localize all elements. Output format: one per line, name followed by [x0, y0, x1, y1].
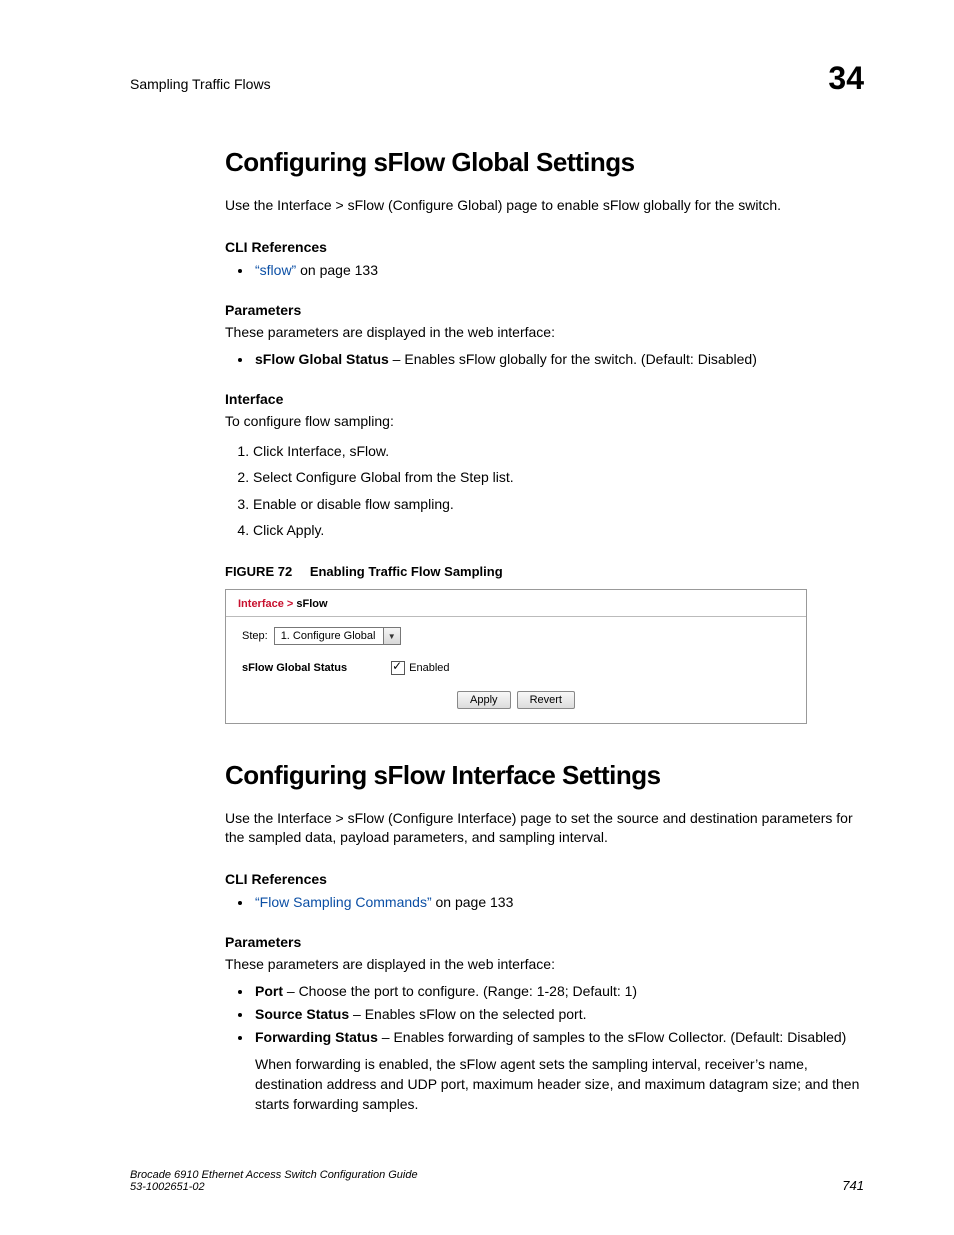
step-select-value: 1. Configure Global — [274, 627, 383, 645]
param-port: Port – Choose the port to configure. (Ra… — [253, 980, 864, 1003]
param-forwarding-status: Forwarding Status – Enables forwarding o… — [253, 1026, 864, 1114]
steps-list: Click Interface, sFlow. Select Configure… — [225, 438, 864, 544]
interface-head: Interface — [225, 391, 864, 407]
cli-ref-item-2: “Flow Sampling Commands” on page 133 — [253, 891, 864, 914]
param-item: sFlow Global Status – Enables sFlow glob… — [253, 348, 864, 371]
param-port-desc: – Choose the port to configure. (Range: … — [283, 983, 637, 999]
cli-ref-suffix: on page 133 — [296, 262, 378, 278]
breadcrumb: Interface > sFlow — [226, 590, 806, 617]
param-source-status: Source Status – Enables sFlow on the sel… — [253, 1003, 864, 1026]
param-name: sFlow Global Status — [255, 351, 389, 367]
param-desc: – Enables sFlow globally for the switch.… — [389, 351, 757, 367]
param-port-name: Port — [255, 983, 283, 999]
cli-references-head: CLI References — [225, 239, 864, 255]
step-select[interactable]: 1. Configure Global ▼ — [274, 627, 401, 645]
revert-button[interactable]: Revert — [517, 691, 575, 709]
apply-button[interactable]: Apply — [457, 691, 511, 709]
cli-ref-suffix-2: on page 133 — [432, 894, 514, 910]
param-source-desc: – Enables sFlow on the selected port. — [349, 1006, 586, 1022]
step-3: Enable or disable flow sampling. — [253, 491, 864, 518]
section-title-interface: Configuring sFlow Interface Settings — [225, 760, 864, 791]
param-fwd-name: Forwarding Status — [255, 1029, 378, 1045]
step-select-label: Step: — [242, 630, 268, 642]
footer-doc-id: 53-1002651-02 — [130, 1181, 418, 1193]
breadcrumb-part2: sFlow — [296, 598, 327, 610]
param-source-name: Source Status — [255, 1006, 349, 1022]
page-number: 741 — [842, 1178, 864, 1193]
interface-intro: To configure flow sampling: — [225, 411, 864, 431]
chapter-number: 34 — [828, 60, 864, 97]
section1-intro: Use the Interface > sFlow (Configure Glo… — [225, 196, 864, 215]
running-head: Sampling Traffic Flows — [130, 76, 271, 92]
parameters-head: Parameters — [225, 302, 864, 318]
cli-ref-item: “sflow” on page 133 — [253, 259, 864, 282]
footer-left: Brocade 6910 Ethernet Access Switch Conf… — [130, 1169, 418, 1193]
chevron-down-icon[interactable]: ▼ — [383, 627, 401, 645]
sflow-status-label: sFlow Global Status — [242, 662, 347, 674]
param-fwd-extra: When forwarding is enabled, the sFlow ag… — [255, 1054, 864, 1115]
figure-label: FIGURE 72 — [225, 564, 292, 579]
section-title-global: Configuring sFlow Global Settings — [225, 147, 864, 178]
figure-title: Enabling Traffic Flow Sampling — [310, 564, 503, 579]
step-1: Click Interface, sFlow. — [253, 438, 864, 465]
enabled-checkbox[interactable]: Enabled — [391, 661, 449, 675]
figure-72: Interface > sFlow Step: 1. Configure Glo… — [225, 589, 807, 724]
param-fwd-desc: – Enables forwarding of samples to the s… — [378, 1029, 846, 1045]
parameters-intro-2: These parameters are displayed in the we… — [225, 954, 864, 974]
checkbox-icon[interactable] — [391, 661, 405, 675]
footer-doc-title: Brocade 6910 Ethernet Access Switch Conf… — [130, 1169, 418, 1181]
section2-intro: Use the Interface > sFlow (Configure Int… — [225, 809, 864, 847]
sflow-link[interactable]: “sflow” — [255, 262, 296, 278]
parameters-head-2: Parameters — [225, 934, 864, 950]
breadcrumb-part1: Interface > — [238, 598, 296, 610]
parameters-intro: These parameters are displayed in the we… — [225, 322, 864, 342]
step-2: Select Configure Global from the Step li… — [253, 464, 864, 491]
step-4: Click Apply. — [253, 517, 864, 544]
enabled-label: Enabled — [409, 662, 449, 674]
cli-references-head-2: CLI References — [225, 871, 864, 887]
flow-sampling-link[interactable]: “Flow Sampling Commands” — [255, 894, 432, 910]
